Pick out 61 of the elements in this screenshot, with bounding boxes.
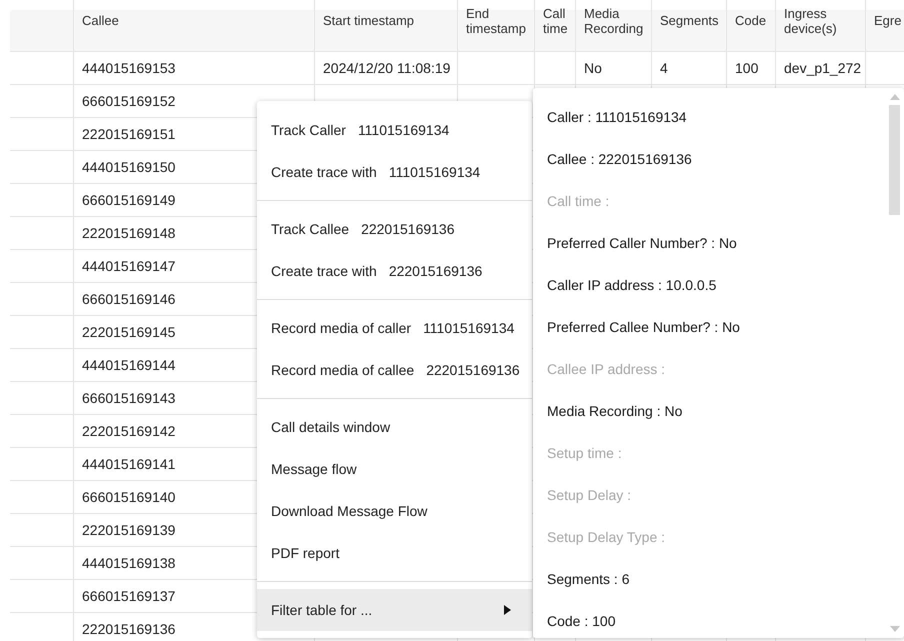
table-cell <box>10 217 74 250</box>
menu-item[interactable]: Create trace with 111015169134 <box>257 151 532 193</box>
column-header: Ingress device(s) <box>776 0 866 52</box>
menu-item[interactable]: Create trace with 222015169136 <box>257 250 532 292</box>
detail-line: Preferred Caller Number? : No <box>547 234 738 253</box>
table-cell: 100 <box>727 52 776 85</box>
menu-item[interactable]: Message flow <box>257 448 532 490</box>
detail-line: Caller : 111015169134 <box>547 108 688 127</box>
menu-item[interactable]: Download Message Flow <box>257 490 532 532</box>
column-header: Segments <box>652 0 727 52</box>
table-cell <box>10 514 74 547</box>
table-cell <box>10 151 74 184</box>
scroll-down-icon <box>890 626 900 632</box>
table-cell <box>10 52 74 85</box>
detail-line: Code : 100 <box>547 612 616 631</box>
menu-item[interactable]: Call details window <box>257 406 532 448</box>
scrollbar-thumb[interactable] <box>889 105 900 215</box>
column-header: Callee <box>74 0 315 52</box>
table-cell <box>10 580 74 613</box>
table-cell <box>10 250 74 283</box>
table-cell: 2024/12/20 11:08:19 <box>315 52 458 85</box>
detail-line: Caller IP address : 10.0.0.5 <box>547 276 718 295</box>
table-cell <box>10 283 74 316</box>
detail-line: Call time : <box>547 192 610 211</box>
table-cell <box>10 448 74 481</box>
scroll-up-icon <box>890 94 900 100</box>
column-header: Media Recording <box>576 0 652 52</box>
table-cell <box>10 415 74 448</box>
table-cell <box>10 349 74 382</box>
detail-line: Setup time : <box>547 444 623 463</box>
column-header: Call time <box>535 0 576 52</box>
table-cell: 444015169153 <box>74 52 315 85</box>
detail-line: Segments : 6 <box>547 570 630 589</box>
table-cell: 4 <box>652 52 727 85</box>
detail-line: Setup Delay : <box>547 486 632 505</box>
column-header: End timestamp <box>458 0 535 52</box>
table-cell <box>10 481 74 514</box>
table-cell <box>10 547 74 580</box>
table-cell <box>10 316 74 349</box>
menu-item[interactable]: Record media of callee 222015169136 <box>257 349 532 391</box>
table-cell <box>10 85 74 118</box>
column-header <box>10 0 74 52</box>
menu-item[interactable]: Filter table for ... <box>257 589 532 631</box>
table-cell <box>535 52 576 85</box>
detail-line: Media Recording : No <box>547 402 684 421</box>
detail-line: Callee : 222015169136 <box>547 150 693 169</box>
menu-item[interactable]: Track Callee 222015169136 <box>257 208 532 250</box>
submenu-arrow-icon <box>504 605 511 615</box>
menu-item[interactable]: PDF report <box>257 532 532 574</box>
table-cell <box>10 382 74 415</box>
table-cell: dev_p1_272 <box>776 52 866 85</box>
column-header: Start timestamp <box>315 0 458 52</box>
table-cell: No <box>576 52 652 85</box>
detail-line: Preferred Callee Number? : No <box>547 318 741 337</box>
detail-line: Setup Delay Type : <box>547 528 666 547</box>
table-cell <box>10 184 74 217</box>
table-cell <box>10 118 74 151</box>
detail-line: Callee IP address : <box>547 360 666 379</box>
column-header: Code <box>727 0 776 52</box>
menu-item[interactable]: Record media of caller 111015169134 <box>257 307 532 349</box>
menu-item[interactable]: Track Caller 111015169134 <box>257 109 532 151</box>
